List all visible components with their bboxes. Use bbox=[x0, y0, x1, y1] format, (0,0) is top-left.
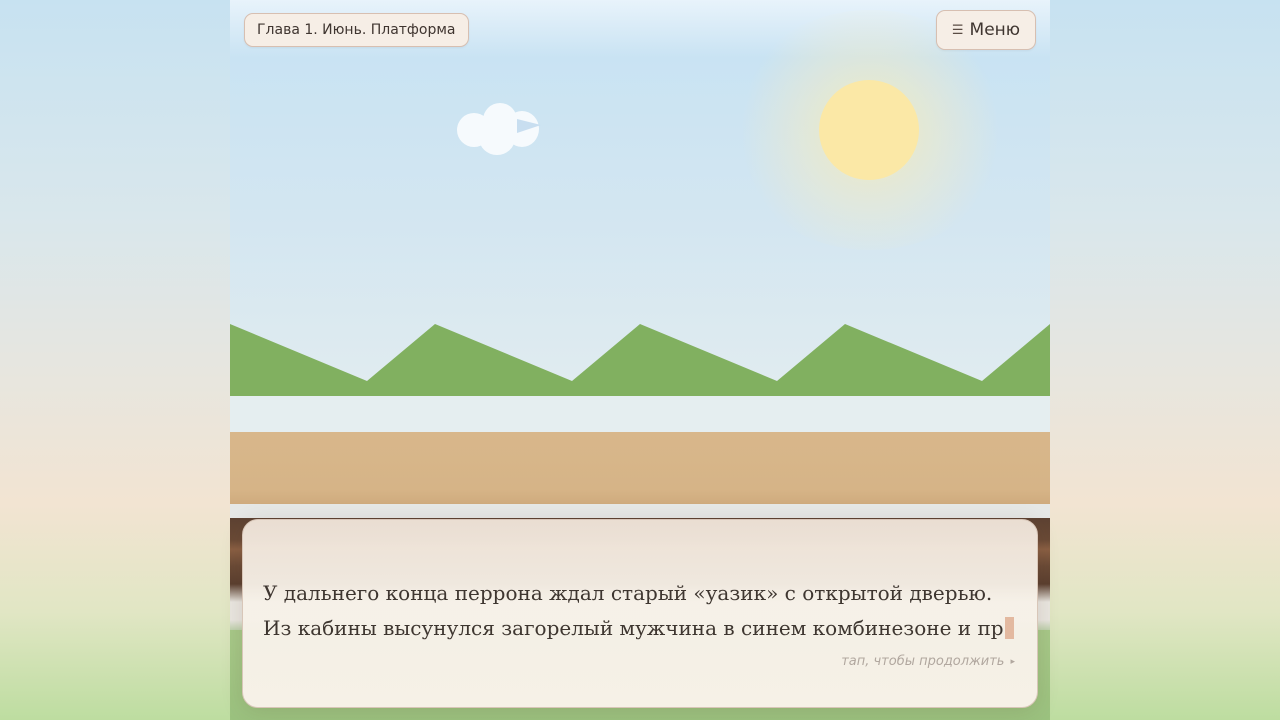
dialogue-text-container: У дальнего конца перрона ждал старый «уа… bbox=[263, 576, 1023, 646]
menu-button-label: Меню bbox=[969, 20, 1021, 40]
hills bbox=[230, 324, 1050, 400]
sun bbox=[819, 80, 919, 180]
continue-hint[interactable]: тап, чтобы продолжить ▸ bbox=[841, 654, 1015, 669]
dialogue-text: У дальнего конца перрона ждал старый «уа… bbox=[263, 581, 1004, 640]
menu-button[interactable]: ☰ Меню bbox=[936, 10, 1036, 50]
paper-plane-icon bbox=[517, 119, 541, 133]
background-strip bbox=[230, 396, 1050, 432]
chapter-title: Глава 1. Июнь. Платформа bbox=[244, 13, 469, 47]
dialogue-box[interactable]: У дальнего конца перрона ждал старый «уа… bbox=[242, 519, 1038, 708]
play-arrow-icon: ▸ bbox=[1010, 657, 1015, 667]
platform bbox=[230, 432, 1050, 504]
continue-hint-label: тап, чтобы продолжить bbox=[841, 654, 1005, 669]
menu-icon: ☰ bbox=[951, 22, 964, 38]
cloud bbox=[457, 103, 543, 157]
text-caret bbox=[1004, 617, 1014, 639]
